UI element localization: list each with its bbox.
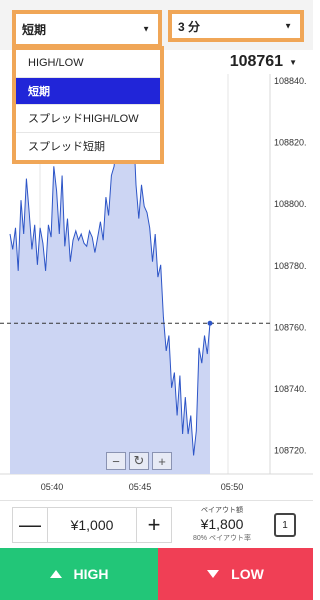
arrow-down-icon bbox=[207, 570, 220, 578]
reset-zoom-button[interactable]: ↻ bbox=[129, 452, 149, 470]
low-button[interactable]: LOW bbox=[158, 548, 313, 600]
low-label: LOW bbox=[231, 566, 264, 582]
amount-stepper: — ¥1,000 + bbox=[12, 507, 172, 543]
option-type-dropdown: HIGH/LOW 短期 スプレッドHIGH/LOW スプレッド短期 bbox=[12, 46, 164, 164]
y-tick-label: 108720. bbox=[274, 445, 307, 455]
high-button[interactable]: HIGH bbox=[0, 548, 158, 600]
one-click-toggle-icon[interactable]: 1 bbox=[274, 513, 296, 537]
chart-controls: − ↻ + bbox=[106, 452, 172, 470]
chevron-down-icon: ▼ bbox=[142, 24, 150, 34]
x-tick-label: 05:45 bbox=[129, 482, 152, 492]
asset-price-readout[interactable]: 108761 ▼ bbox=[230, 50, 297, 74]
high-label: HIGH bbox=[73, 566, 109, 582]
y-tick-label: 108780. bbox=[274, 261, 307, 271]
option-type-value: 短期 bbox=[22, 22, 47, 37]
payout-rate: 80% ペイアウト率 bbox=[193, 535, 251, 542]
chevron-down-icon: ▼ bbox=[289, 57, 297, 67]
y-tick-label: 108740. bbox=[274, 384, 307, 394]
increase-amount-button[interactable]: + bbox=[137, 508, 171, 542]
y-tick-label: 108820. bbox=[274, 138, 307, 148]
dropdown-item-spread-short[interactable]: スプレッド短期 bbox=[16, 133, 160, 161]
dropdown-item-short[interactable]: 短期 bbox=[16, 77, 160, 105]
current-price-dot bbox=[207, 320, 213, 326]
option-type-select-wrap[interactable]: 短期 ▼ bbox=[12, 10, 162, 48]
payout-info: ペイアウト額 ¥1,800 80% ペイアウト率 bbox=[192, 505, 252, 543]
decrease-amount-button[interactable]: — bbox=[13, 508, 47, 542]
arrow-up-icon bbox=[49, 570, 62, 578]
current-price: 108761 bbox=[229, 53, 284, 70]
duration-select-wrap[interactable]: 3 分 ▼ bbox=[168, 10, 304, 42]
zoom-in-button[interactable]: + bbox=[152, 452, 172, 470]
payout-value: ¥1,800 bbox=[200, 516, 244, 532]
dropdown-item-spread-highlow[interactable]: スプレッドHIGH/LOW bbox=[16, 105, 160, 133]
x-tick-label: 05:40 bbox=[41, 482, 64, 492]
x-tick-label: 05:50 bbox=[221, 482, 244, 492]
option-type-select[interactable]: 短期 ▼ bbox=[16, 14, 158, 44]
trade-bar: — ¥1,000 + ペイアウト額 ¥1,800 80% ペイアウト率 1 bbox=[0, 500, 313, 548]
y-tick-label: 108800. bbox=[274, 199, 307, 209]
y-tick-label: 108840. bbox=[274, 76, 307, 86]
dropdown-item-highlow[interactable]: HIGH/LOW bbox=[16, 50, 160, 78]
duration-value: 3 分 bbox=[178, 19, 201, 34]
amount-input[interactable]: ¥1,000 bbox=[47, 508, 137, 542]
payout-label: ペイアウト額 bbox=[201, 507, 243, 514]
chevron-down-icon: ▼ bbox=[284, 21, 292, 31]
trade-buttons: HIGH LOW bbox=[0, 548, 313, 600]
zoom-out-button[interactable]: − bbox=[106, 452, 126, 470]
y-tick-label: 108760. bbox=[274, 322, 307, 332]
duration-select[interactable]: 3 分 ▼ bbox=[172, 14, 300, 38]
